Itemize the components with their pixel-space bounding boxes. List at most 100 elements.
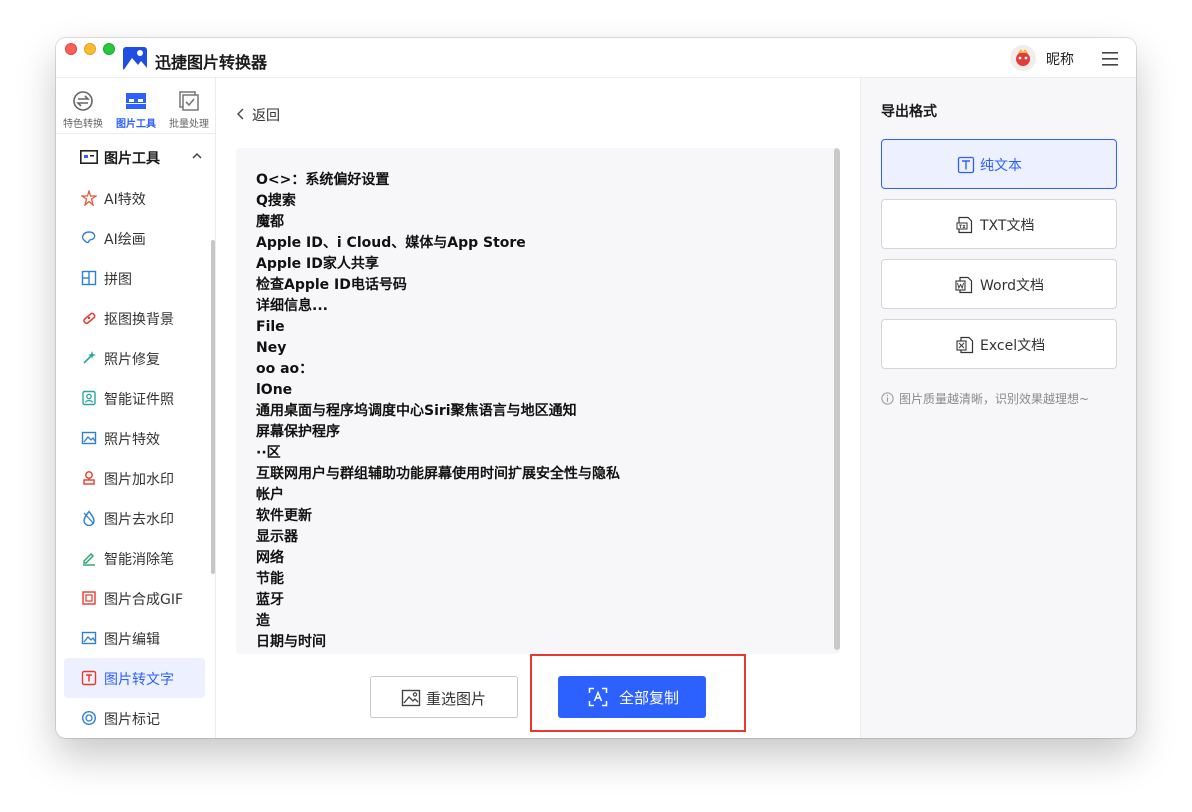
sidebar-item-ai-effect[interactable]: AI特效	[64, 178, 205, 218]
format-txt-doc[interactable]: TXT文档	[881, 199, 1117, 249]
excel-doc-icon	[956, 336, 974, 354]
tab-label: 图片工具	[116, 119, 156, 130]
format-label: TXT文档	[980, 218, 1035, 234]
remove-watermark-icon	[83, 510, 95, 526]
image-tools-icon	[126, 93, 146, 109]
reselect-image-button[interactable]: 重选图片	[370, 676, 518, 718]
tab-feature-convert[interactable]: 特色转换	[57, 90, 109, 130]
sidebar-item-gif[interactable]: 图片合成GIF	[64, 578, 205, 618]
cutout-icon	[83, 312, 96, 325]
image-tools-group-icon	[80, 150, 98, 164]
ocr-text-line: ··区	[256, 445, 281, 461]
ocr-text-line: 软件更新	[256, 508, 312, 524]
back-label: 返回	[252, 108, 280, 124]
sidebar-item-ai-paint[interactable]: AI绘画	[64, 218, 205, 258]
hamburger-menu-icon[interactable]	[1102, 52, 1118, 66]
title-bar: 迅捷图片转换器 昵称	[56, 38, 1136, 78]
chevron-up-icon	[192, 152, 202, 159]
ocr-result-text[interactable]: O<>：系统偏好设置 Q搜索魔都 Apple ID、i Cloud、媒体与App S…	[236, 148, 840, 654]
sidebar-item-label: AI绘画	[104, 232, 146, 248]
copy-all-button[interactable]: 全部复制	[558, 676, 706, 718]
sidebar-item-image-edit[interactable]: 图片编辑	[64, 618, 205, 658]
user-name[interactable]: 昵称	[1046, 49, 1074, 69]
format-label: Excel文档	[980, 338, 1046, 354]
ocr-text-line: Ney	[256, 340, 287, 356]
quality-tip-text: 图片质量越清晰，识别效果越理想~	[899, 392, 1090, 406]
sidebar-item-label: 拼图	[104, 272, 132, 288]
app-logo-icon	[123, 47, 147, 71]
maximize-window-button[interactable]	[103, 43, 115, 55]
sidebar-item-eraser-pen[interactable]: 智能消除笔	[64, 538, 205, 578]
sidebar-item-collage[interactable]: 拼图	[64, 258, 205, 298]
sidebar-scrollbar[interactable]	[211, 240, 215, 574]
text-scrollbar[interactable]	[834, 148, 840, 650]
ocr-text-line: 详细信息...	[256, 298, 328, 314]
sidebar-item-label: 图片转文字	[104, 672, 174, 688]
sidebar-item-label: 图片去水印	[104, 512, 174, 528]
word-doc-icon	[955, 276, 973, 294]
ocr-text-line: O<>：系统偏好设置	[256, 172, 390, 188]
ocr-text-line: 日期与时间	[256, 634, 326, 650]
sidebar-item-label: 智能消除笔	[104, 552, 174, 568]
image-to-text-icon	[81, 670, 97, 686]
sidebar-item-cutout[interactable]: 抠图换背景	[64, 298, 205, 338]
sidebar-item-label: 抠图换背景	[104, 312, 174, 328]
sidebar-item-label: 图片标记	[104, 712, 160, 728]
ocr-text-line: 帐户	[256, 487, 284, 503]
tab-batch-process[interactable]: 批量处理	[163, 90, 215, 130]
ocr-text-line: 魔都	[256, 214, 284, 230]
add-watermark-icon	[83, 471, 95, 485]
ocr-text-line: 屏幕保护程序	[256, 424, 340, 440]
collage-icon	[81, 270, 97, 286]
sidebar-item-id-photo[interactable]: 智能证件照	[64, 378, 205, 418]
sidebar-item-image-mark[interactable]: 图片标记	[64, 698, 205, 738]
scan-text-icon	[588, 687, 608, 707]
reselect-image-label: 重选图片	[426, 690, 487, 708]
ocr-text-lines: O<>：系统偏好设置 Q搜索魔都 Apple ID、i Cloud、媒体与App S…	[256, 170, 816, 653]
ai-effect-icon	[81, 190, 97, 206]
ai-paint-icon	[81, 231, 96, 244]
ocr-text-line: 检查Apple ID电话号码	[256, 277, 407, 293]
tab-image-tools[interactable]: 图片工具	[110, 90, 162, 130]
format-plain-text[interactable]: 纯文本	[881, 139, 1117, 189]
minimize-window-button[interactable]	[84, 43, 96, 55]
sidebar-item-label: 图片加水印	[104, 472, 174, 488]
sidebar-item-photo-effect[interactable]: 照片特效	[64, 418, 205, 458]
close-window-button[interactable]	[65, 43, 77, 55]
ocr-text-line: lOne	[256, 382, 293, 398]
ocr-text-line: Apple ID、i Cloud、媒体与App Store	[256, 235, 526, 251]
ocr-text-line: File	[256, 319, 285, 335]
sidebar-item-image-to-text[interactable]: 图片转文字	[64, 658, 205, 698]
sidebar-item-label: AI特效	[104, 192, 146, 208]
avatar[interactable]	[1010, 45, 1036, 71]
photo-repair-icon	[83, 351, 96, 364]
sidebar-item-photo-repair[interactable]: 照片修复	[64, 338, 205, 378]
gif-icon	[82, 591, 96, 605]
chevron-left-icon	[237, 108, 244, 120]
sidebar-item-remove-watermark[interactable]: 图片去水印	[64, 498, 205, 538]
export-format-title: 导出格式	[881, 104, 937, 120]
ocr-text-line: Q搜索	[256, 193, 296, 209]
sidebar-item-add-watermark[interactable]: 图片加水印	[64, 458, 205, 498]
ocr-text-line: 节能	[256, 571, 284, 587]
convert-icon	[73, 91, 93, 111]
user-avatar-icon	[1016, 49, 1030, 66]
ocr-text-line: 造	[256, 613, 270, 629]
sidebar: 特色转换 图片工具 批量处理 图片工具 AI特效 AI绘画 拼图 抠图换背景 照…	[56, 78, 216, 738]
sidebar-group-label: 图片工具	[104, 151, 160, 167]
sidebar-group-image-tools[interactable]: 图片工具	[56, 144, 216, 172]
format-word-doc[interactable]: Word文档	[881, 259, 1117, 309]
format-excel-doc[interactable]: Excel文档	[881, 319, 1117, 369]
sidebar-item-label: 图片合成GIF	[104, 592, 184, 608]
ocr-text-line: oo ao：	[256, 361, 314, 377]
format-label: 纯文本	[980, 158, 1022, 174]
plain-text-icon	[957, 156, 975, 174]
eraser-pen-icon	[83, 553, 95, 566]
main-content: 返回 O<>：系统偏好设置 Q搜索魔都 Apple ID、i Cloud、媒体与Ap…	[216, 78, 860, 738]
sidebar-item-label: 图片编辑	[104, 632, 160, 648]
tab-label: 批量处理	[169, 119, 209, 130]
ocr-text-line: Apple ID家人共享	[256, 256, 379, 272]
sidebar-item-label: 照片特效	[104, 432, 160, 448]
app-title: 迅捷图片转换器	[155, 53, 268, 72]
batch-icon	[179, 91, 199, 111]
